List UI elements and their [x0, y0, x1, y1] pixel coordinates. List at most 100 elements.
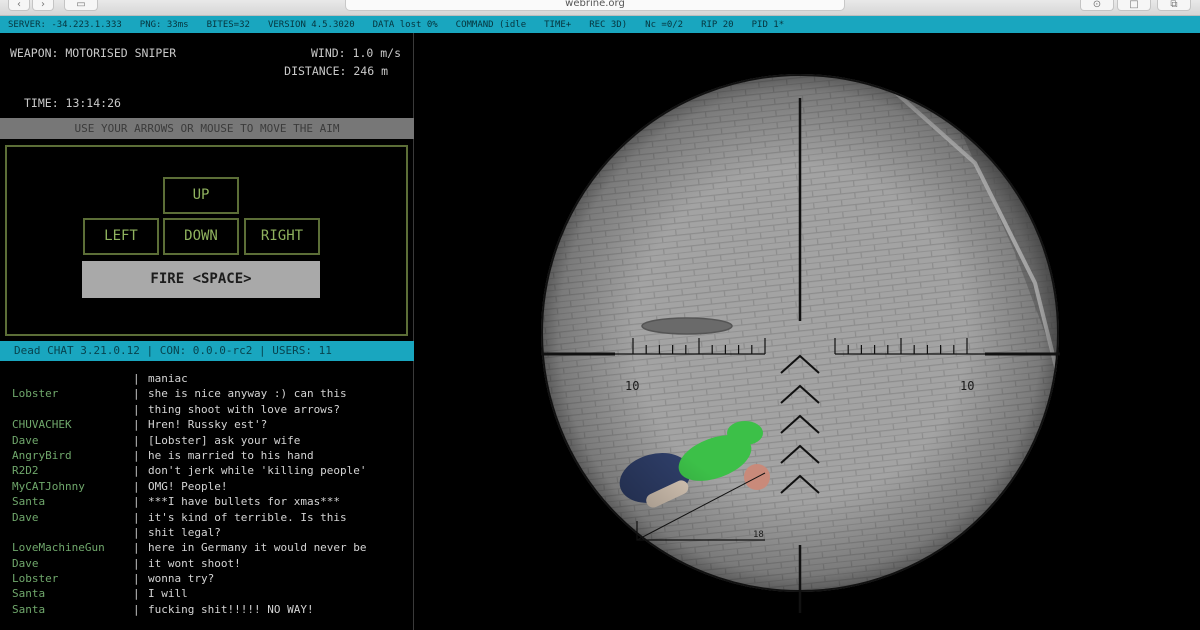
- chat-username: CHUVACHEK: [12, 418, 72, 432]
- chat-text: don't jerk while 'killing people': [148, 464, 367, 478]
- chevron-right-icon: ›: [41, 0, 45, 10]
- url-text: webrine.org: [565, 0, 625, 9]
- sidebar-button[interactable]: ▭: [64, 0, 98, 11]
- status-item: DATA lost 0%: [372, 19, 438, 30]
- download-button[interactable]: ⊙: [1080, 0, 1114, 11]
- status-item: SERVER: -34.223.1.333: [8, 19, 122, 30]
- chat-text: he is married to his hand: [148, 448, 314, 462]
- chat-separator: |: [133, 418, 140, 432]
- weapon-label: WEAPON: MOTORISED SNIPER: [10, 46, 177, 60]
- down-button[interactable]: DOWN: [163, 218, 239, 255]
- back-button[interactable]: ‹: [8, 0, 30, 11]
- scope-svg[interactable]: 10 10 18: [415, 33, 1200, 630]
- chat-text: it's kind of terrible. Is this: [148, 510, 347, 524]
- status-item: VERSION 4.5.3020: [267, 19, 355, 30]
- chat-message: Santa | I will: [0, 587, 414, 602]
- address-bar[interactable]: webrine.org: [345, 0, 845, 11]
- sidebar-icon: ▭: [76, 0, 86, 10]
- download-icon: ⊙: [1092, 0, 1102, 10]
- chat-text: it wont shoot!: [148, 556, 241, 570]
- left-button[interactable]: LEFT: [83, 218, 159, 255]
- chat-separator: |: [133, 602, 140, 616]
- chat-message: | thing shoot with love arrows?: [0, 403, 414, 418]
- chat-text: ***I have bullets for xmas***: [148, 495, 341, 509]
- chat-separator: |: [133, 448, 140, 462]
- chat-header: Dead CHAT 3.21.0.12 | CON: 0.0.0-rc2 | U…: [0, 341, 414, 361]
- chat-text: fucking shit!!!!! NO WAY!: [148, 602, 314, 616]
- chat-text: wonna try?: [148, 572, 215, 586]
- share-icon: □: [1129, 0, 1139, 10]
- scope-view[interactable]: 10 10 18: [415, 33, 1200, 630]
- chat-username: Lobster: [12, 572, 59, 586]
- chat-message: Santa | fucking shit!!!!! NO WAY!: [0, 603, 414, 618]
- chat-username: Santa: [12, 602, 46, 616]
- aim-controls: UP LEFT DOWN RIGHT FIRE <SPACE>: [5, 145, 408, 336]
- status-item: BITES=32: [206, 19, 250, 30]
- chat-text: [Lobster] ask your wife: [148, 433, 301, 447]
- chat-message: Dave | it's kind of terrible. Is this: [0, 511, 414, 526]
- status-item: PNG: 33ms: [139, 19, 189, 30]
- chat-log: | maniac Lobster | she is nice anyway :) can…: [0, 372, 414, 618]
- chat-message: Dave | it wont shoot!: [0, 557, 414, 572]
- chat-message: | shit legal?: [0, 526, 414, 541]
- tabs-button[interactable]: ⧉: [1157, 0, 1191, 11]
- chat-message: R2D2 | don't jerk while 'killing people': [0, 464, 414, 479]
- scale-label-left: 10: [625, 379, 639, 393]
- chat-separator: |: [133, 572, 140, 586]
- status-item: Nc =0/2: [645, 19, 684, 30]
- chat-separator: |: [133, 510, 140, 524]
- share-button[interactable]: □: [1117, 0, 1151, 11]
- scale-label-right: 10: [960, 379, 974, 393]
- chat-text: maniac: [148, 372, 188, 385]
- chat-username: Dave: [12, 433, 39, 447]
- chat-message: Dave | [Lobster] ask your wife: [0, 434, 414, 449]
- chat-separator: |: [133, 541, 140, 555]
- chat-separator: |: [133, 433, 140, 447]
- status-item: RIP 20: [701, 19, 734, 30]
- distance-readout: DISTANCE: 246 m: [284, 64, 388, 78]
- chat-text: OMG! People!: [148, 479, 228, 493]
- chat-text: here in Germany it would never be: [148, 541, 367, 555]
- chat-text: shit legal?: [148, 525, 221, 539]
- chat-username: AngryBird: [12, 448, 72, 462]
- status-item: PID 1*: [751, 19, 785, 30]
- chat-separator: |: [133, 479, 140, 493]
- chat-message: MyCATJohnny | OMG! People!: [0, 480, 414, 495]
- browser-toolbar: ‹ › ▭ webrine.org ⊙ □ ⧉: [0, 0, 1200, 16]
- chat-text: she is nice anyway :) can this: [148, 387, 347, 401]
- chat-separator: |: [133, 372, 140, 385]
- chat-username: R2D2: [12, 464, 39, 478]
- range-label: 18: [753, 530, 764, 540]
- status-item: COMMAND (idle: [455, 19, 527, 30]
- chat-text: Hren! Russky est'?: [148, 418, 268, 432]
- chat-username: Lobster: [12, 387, 59, 401]
- chat-separator: |: [133, 587, 140, 601]
- chat-separator: |: [133, 495, 140, 509]
- time-readout: TIME: 13:14:26: [24, 96, 121, 110]
- chat-username: Santa: [12, 587, 46, 601]
- forward-button[interactable]: ›: [32, 0, 54, 11]
- chat-separator: |: [133, 556, 140, 570]
- chat-username: Dave: [12, 556, 39, 570]
- chat-separator: |: [133, 525, 140, 539]
- chat-text: I will: [148, 587, 188, 601]
- right-button[interactable]: RIGHT: [244, 218, 320, 255]
- chat-separator: |: [133, 387, 140, 401]
- fire-button[interactable]: FIRE <SPACE>: [82, 261, 320, 298]
- chat-separator: |: [133, 464, 140, 478]
- chat-message: | maniac: [0, 372, 414, 387]
- chat-separator: |: [133, 402, 140, 416]
- chat-message: AngryBird | he is married to his hand: [0, 449, 414, 464]
- wind-readout: WIND: 1.0 m/s: [310, 46, 401, 60]
- chat-username: Dave: [12, 510, 39, 524]
- chevron-left-icon: ‹: [17, 0, 21, 10]
- tabs-icon: ⧉: [1170, 0, 1178, 10]
- chat-message: Lobster | she is nice anyway :) can this: [0, 387, 414, 402]
- chat-message: CHUVACHEK | Hren! Russky est'?: [0, 418, 414, 433]
- status-item: TIME+: [544, 19, 572, 30]
- chat-username: Santa: [12, 495, 46, 509]
- control-panel: WEAPON: MOTORISED SNIPER WIND: 1.0 m/s D…: [0, 33, 414, 630]
- chat-message: Santa | ***I have bullets for xmas***: [0, 495, 414, 510]
- up-button[interactable]: UP: [163, 177, 239, 214]
- chat-username: LoveMachineGun: [12, 541, 105, 555]
